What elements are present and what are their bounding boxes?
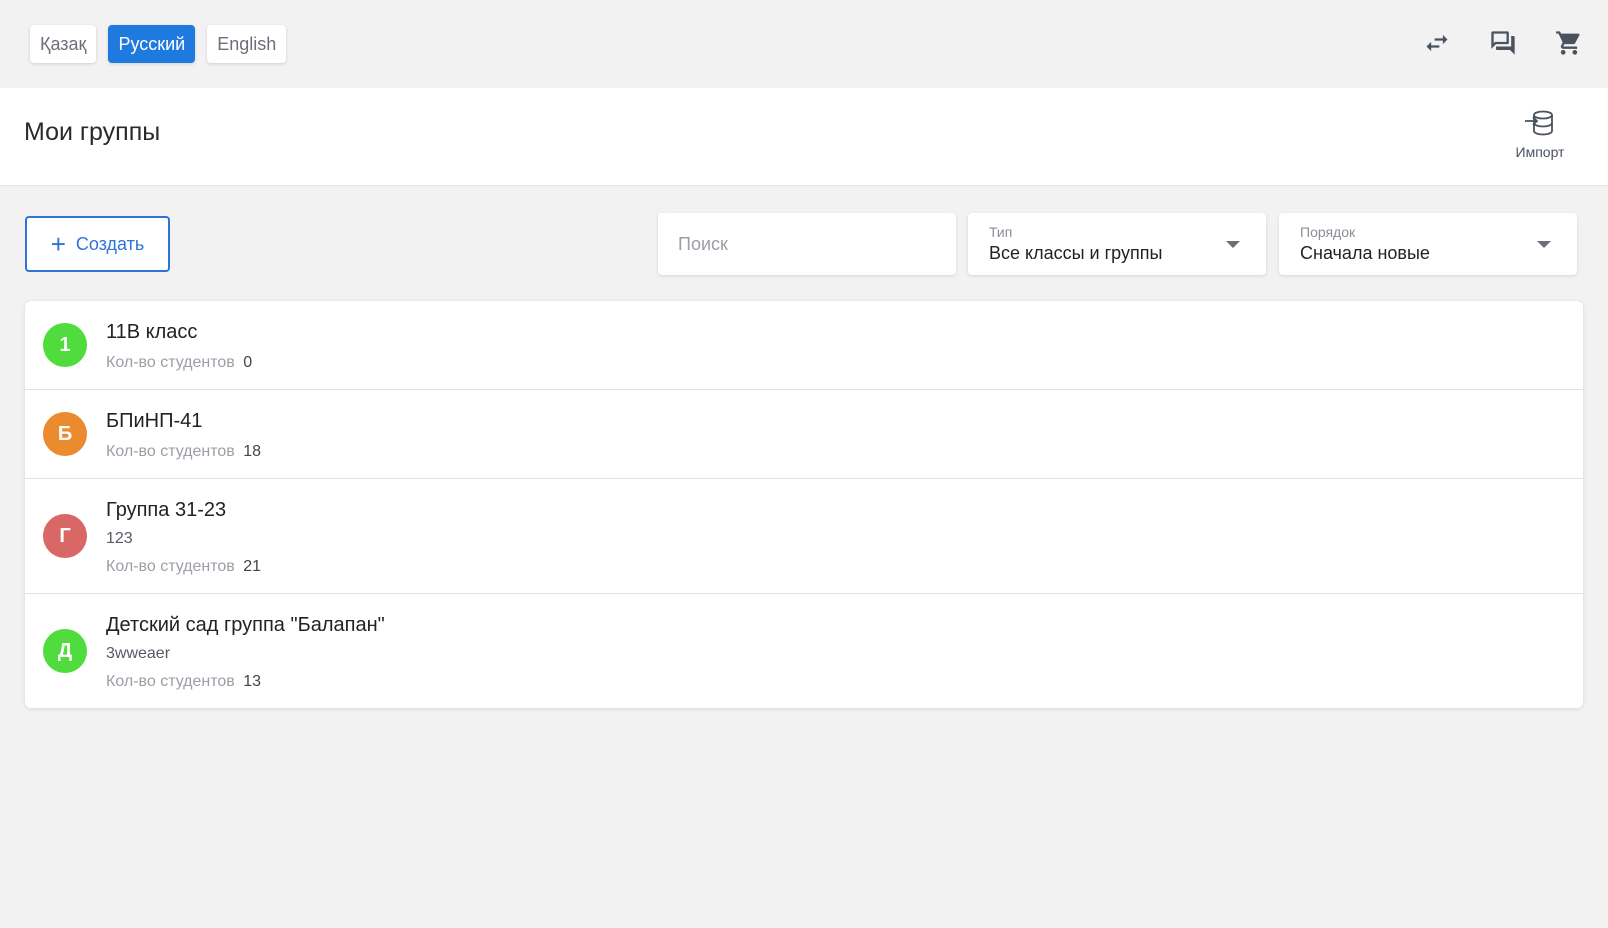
avatar: Д	[43, 629, 87, 673]
student-count: Кол-во студентов 18	[106, 442, 1583, 462]
chat-icon[interactable]	[1488, 24, 1518, 62]
group-description: 123	[106, 530, 133, 547]
avatar: Г	[43, 514, 87, 558]
group-name: БПиНП-41	[106, 410, 203, 432]
type-select[interactable]: Тип Все классы и группы	[968, 213, 1266, 275]
chevron-down-icon	[1537, 241, 1551, 248]
student-count-label: Кол-во студентов	[106, 443, 235, 460]
group-list: 1 11B класс Кол-во студентов 0 Б БПиНП-4…	[25, 301, 1583, 708]
student-count-label: Кол-во студентов	[106, 673, 235, 690]
group-name: 11B класс	[106, 321, 198, 343]
student-count-label: Кол-во студентов	[106, 354, 235, 371]
type-select-label: Тип	[989, 224, 1013, 240]
order-select-value: Сначала новые	[1300, 243, 1430, 263]
list-item[interactable]: Б БПиНП-41 Кол-во студентов 18	[25, 390, 1583, 479]
list-item[interactable]: 1 11B класс Кол-во студентов 0	[25, 301, 1583, 390]
top-bar: Қазақ Русский English	[0, 0, 1608, 88]
language-switcher: Қазақ Русский English	[30, 25, 287, 63]
create-button[interactable]: + Создать	[25, 216, 170, 272]
student-count: Кол-во студентов 13	[106, 672, 1583, 692]
cart-icon[interactable]	[1554, 24, 1584, 62]
lang-english-button[interactable]: English	[207, 25, 287, 63]
swap-icon[interactable]	[1422, 24, 1452, 62]
lang-russian-button[interactable]: Русский	[108, 25, 196, 63]
list-item[interactable]: Д Детский сад группа "Балапан" 3wweaer К…	[25, 594, 1583, 708]
order-select[interactable]: Порядок Сначала новые	[1279, 213, 1577, 275]
search-input[interactable]	[658, 213, 956, 275]
student-count-value: 0	[243, 354, 253, 371]
import-icon	[1525, 110, 1553, 136]
order-select-label: Порядок	[1300, 224, 1356, 240]
plus-icon: +	[50, 229, 66, 259]
page-title: Мои группы	[24, 118, 161, 146]
student-count-label: Кол-во студентов	[106, 558, 235, 575]
group-description: 3wweaer	[106, 645, 171, 662]
student-count-value: 13	[243, 673, 262, 690]
lang-kazakh-button[interactable]: Қазақ	[30, 25, 97, 63]
avatar: 1	[43, 323, 87, 367]
search-field	[658, 213, 956, 275]
import-button[interactable]: Импорт	[1496, 106, 1584, 172]
student-count-value: 18	[243, 443, 262, 460]
group-name: Группа 31-23	[106, 499, 227, 521]
chevron-down-icon	[1226, 241, 1240, 248]
import-label: Импорт	[1515, 144, 1565, 160]
student-count-value: 21	[243, 558, 262, 575]
student-count: Кол-во студентов 0	[106, 353, 1583, 373]
type-select-value: Все классы и группы	[989, 243, 1163, 263]
avatar: Б	[43, 412, 87, 456]
list-item[interactable]: Г Группа 31-23 123 Кол-во студентов 21	[25, 479, 1583, 594]
top-actions	[1422, 24, 1584, 62]
create-button-label: Создать	[75, 233, 145, 254]
student-count: Кол-во студентов 21	[106, 557, 1583, 577]
group-name: Детский сад группа "Балапан"	[106, 614, 385, 636]
page-header: Мои группы Импорт	[0, 88, 1608, 186]
